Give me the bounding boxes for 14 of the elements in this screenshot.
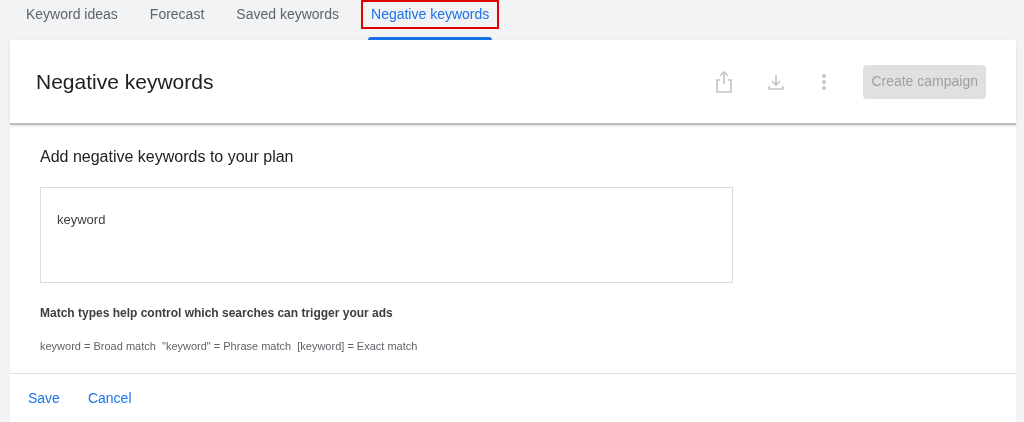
tab[interactable]: Keyword ideas (16, 0, 128, 29)
tab[interactable]: Saved keywords (226, 0, 349, 29)
tab[interactable]: Forecast (139, 0, 215, 29)
hint-title: Match types help control which searches can trigger your ads (40, 305, 394, 322)
action-link[interactable]: Cancel (87, 387, 132, 409)
more-icon[interactable] (821, 72, 828, 91)
tab[interactable]: Negative keywords (361, 0, 500, 29)
form-heading: Add negative keywords to your plan (40, 147, 295, 167)
action-link[interactable]: Save (28, 387, 60, 409)
page-title: Negative keywords (36, 68, 215, 95)
keywords-input[interactable]: keyword (40, 187, 733, 283)
hint-text: keyword = Broad match "keyword" = Phrase match [keyword] = Exact match (40, 339, 419, 354)
share-icon[interactable] (715, 70, 734, 93)
download-icon[interactable] (767, 72, 786, 91)
